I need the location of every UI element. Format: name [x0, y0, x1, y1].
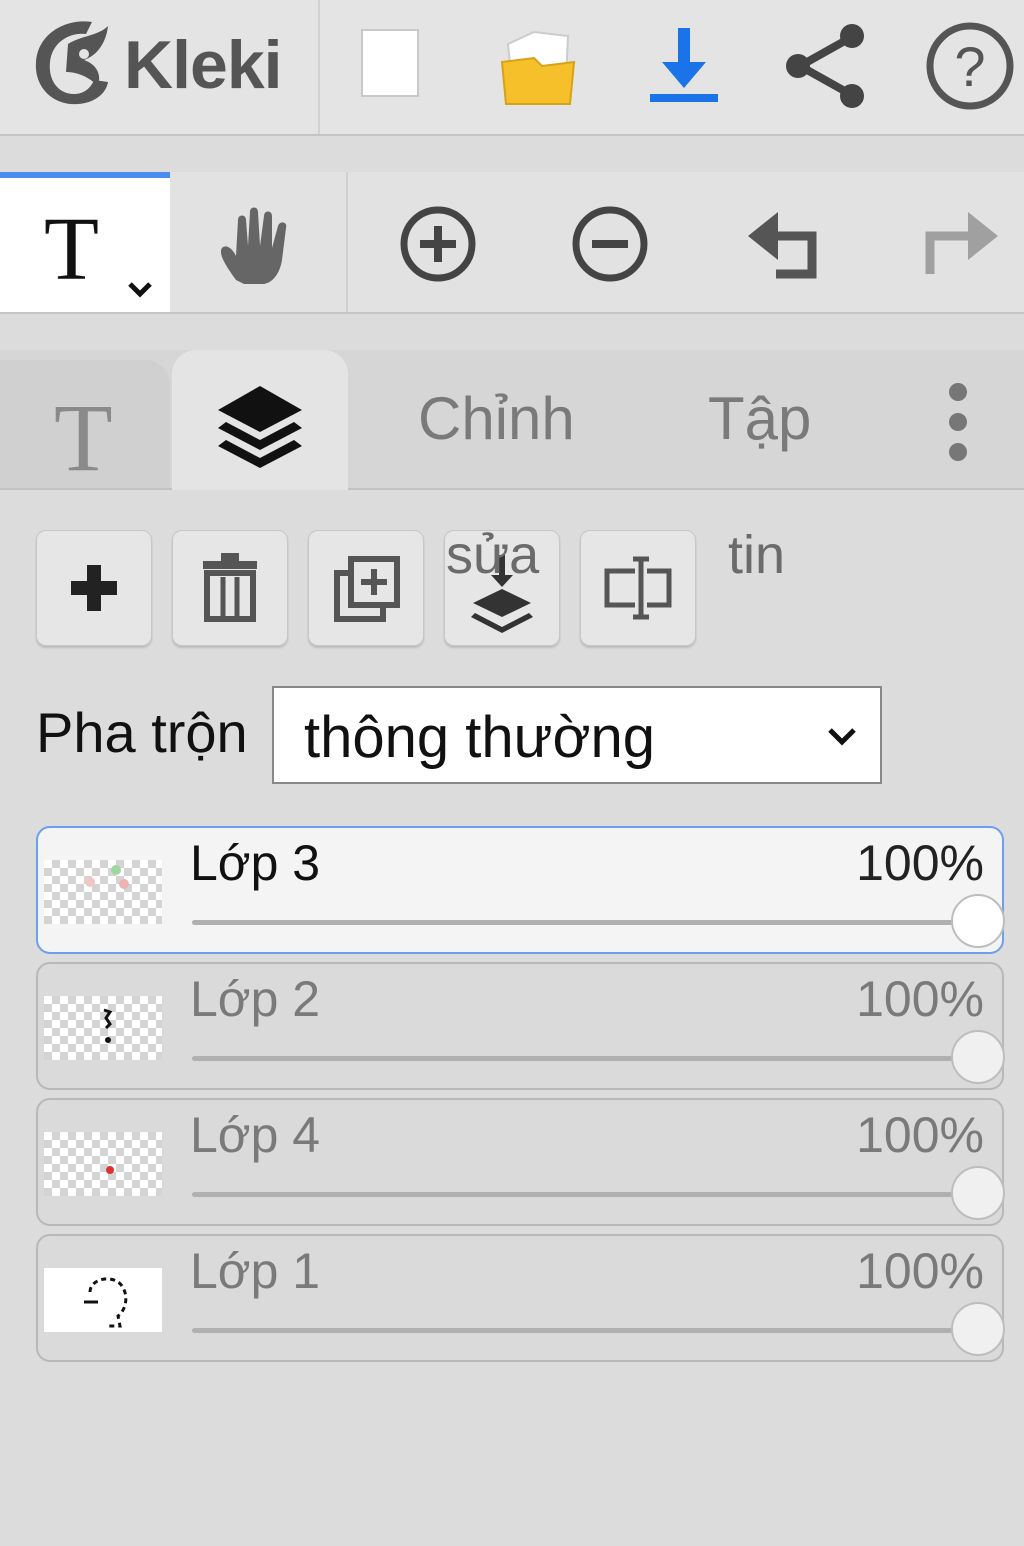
trash-icon [203, 553, 257, 622]
layer-opacity: 100% [856, 971, 984, 1027]
hand-tool-button[interactable] [208, 200, 304, 301]
share-button[interactable] [776, 18, 876, 118]
opacity-slider-handle[interactable] [951, 1166, 1005, 1220]
top-divider [318, 0, 320, 134]
opacity-slider-track[interactable] [192, 920, 978, 925]
tool-divider [346, 172, 348, 312]
layers-icon [218, 386, 302, 468]
blend-mode-select[interactable]: thông thường [272, 686, 882, 784]
help-button[interactable]: ? [920, 18, 1020, 118]
text-tool-icon: T [44, 200, 99, 299]
zoom-out-button[interactable] [562, 200, 658, 301]
opacity-slider-track[interactable] [192, 1192, 978, 1197]
layer-row[interactable]: Lớp 2 100% [36, 962, 1005, 1090]
redo-icon [925, 212, 998, 274]
svg-text:?: ? [954, 35, 985, 98]
opacity-slider-handle[interactable] [951, 1302, 1005, 1356]
undo-button[interactable] [740, 196, 836, 297]
layer-thumbnail [44, 1132, 162, 1196]
zoom-in-icon [400, 206, 476, 282]
plus-icon [71, 565, 117, 611]
new-image-icon [361, 29, 419, 97]
app-name: Kleki [124, 27, 283, 103]
top-bar: Kleki ? [0, 0, 1024, 136]
add-layer-button[interactable] [36, 530, 152, 646]
zoom-out-icon [572, 206, 648, 282]
layer-row[interactable]: Lớp 3 100% [36, 826, 1005, 954]
layer-name: Lớp 3 [190, 835, 321, 891]
rename-icon [604, 556, 672, 620]
open-file-button[interactable] [488, 18, 588, 118]
layer-opacity: 100% [856, 1243, 984, 1299]
rename-caption: tin [728, 525, 786, 585]
blend-mode-label: Pha trộn [36, 701, 248, 764]
more-vertical-icon[interactable] [938, 380, 978, 470]
merge-down-caption: sửa [446, 525, 540, 585]
zoom-in-button[interactable] [390, 200, 486, 301]
redo-button[interactable] [910, 196, 1006, 297]
panel-tabs: T Chỉnh Tập [0, 350, 1024, 491]
duplicate-icon [334, 556, 400, 622]
text-tool-button[interactable]: T [0, 172, 170, 312]
delete-layer-button[interactable] [172, 530, 288, 646]
tab-layers[interactable] [172, 350, 348, 490]
open-folder-icon [500, 30, 576, 105]
rename-layer-button[interactable] [580, 530, 696, 646]
new-image-button[interactable] [340, 18, 440, 118]
duplicate-layer-button[interactable] [308, 530, 424, 646]
chevron-down-icon [828, 728, 856, 746]
layer-opacity: 100% [856, 1107, 984, 1163]
download-icon [650, 28, 718, 102]
undo-icon [748, 212, 817, 279]
layer-thumbnail [44, 860, 162, 924]
layer-name: Lớp 1 [190, 1243, 321, 1299]
download-button[interactable] [634, 18, 734, 118]
layer-opacity: 100% [856, 835, 984, 891]
kleki-logo[interactable]: Kleki [28, 14, 318, 114]
kleki-logo-icon [35, 21, 109, 105]
chevron-down-icon[interactable] [120, 270, 160, 310]
opacity-slider-track[interactable] [192, 1056, 978, 1061]
tab-edit[interactable]: Chỉnh [418, 384, 575, 453]
layer-name: Lớp 2 [190, 971, 321, 1027]
tab-text[interactable]: T [0, 360, 170, 491]
layer-thumbnail [44, 1268, 162, 1332]
tab-file[interactable]: Tập [708, 384, 811, 453]
opacity-slider-handle[interactable] [951, 894, 1005, 948]
layer-row[interactable]: Lớp 1 100% [36, 1234, 1005, 1362]
layers-panel: sửa tin Pha trộn thông thường Lớp 3 100% [0, 490, 1024, 1546]
tool-row: T [0, 172, 1024, 314]
hand-icon [220, 207, 287, 284]
share-icon [786, 24, 864, 108]
layer-row[interactable]: Lớp 4 100% [36, 1098, 1005, 1226]
layer-name: Lớp 4 [190, 1107, 321, 1163]
blend-mode-value: thông thường [304, 705, 656, 770]
text-tab-icon: T [54, 384, 113, 491]
opacity-slider-handle[interactable] [951, 1030, 1005, 1084]
layer-thumbnail [44, 996, 162, 1060]
help-icon: ? [926, 22, 1014, 110]
opacity-slider-track[interactable] [192, 1328, 978, 1333]
